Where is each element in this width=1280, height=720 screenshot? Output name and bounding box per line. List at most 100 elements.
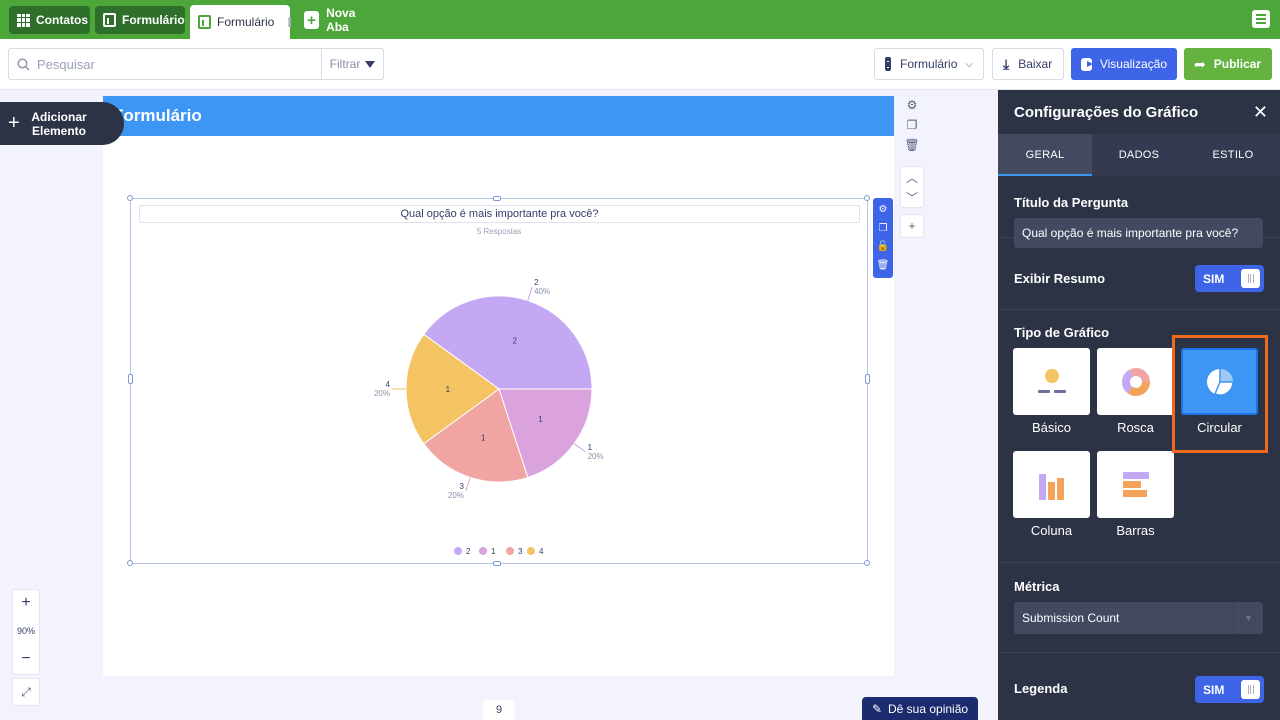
tab-contatos[interactable]: Contatos (9, 6, 90, 34)
legend-toggle[interactable]: SIM (1195, 676, 1264, 703)
resize-handle-bottom[interactable] (493, 561, 501, 566)
slice-value-label: 1 (446, 385, 451, 394)
metric-select-value: Submission Count (1022, 611, 1120, 625)
slice-category-label: 3 (459, 482, 464, 491)
close-icon[interactable]: ✕ (1253, 102, 1268, 123)
toggle-label: SIM (1203, 682, 1225, 697)
copy-icon[interactable]: ❐ (879, 223, 888, 235)
add-element-button[interactable]: Adicionar Elemento + (0, 102, 124, 145)
filter-button[interactable]: Filtrar (321, 49, 383, 79)
tab-nova-aba[interactable]: + Nova Aba (296, 6, 380, 34)
legend-label: 3 (518, 547, 523, 556)
chart-type-barras[interactable] (1097, 451, 1174, 518)
zoom-in-button[interactable]: + (13, 591, 39, 615)
resize-handle-top[interactable] (493, 196, 501, 201)
resize-handle-corner[interactable] (864, 195, 870, 201)
sheet-icon (103, 13, 116, 27)
add-element-label: Adicionar Elemento (31, 109, 87, 138)
hamburger-menu-icon[interactable] (1252, 10, 1270, 28)
search-input[interactable] (37, 56, 322, 72)
publish-label: Publicar (1213, 57, 1262, 71)
tab-options-icon[interactable]: ••• (282, 17, 296, 27)
element-tools: ⚙ ❐ 🔓 🗑 (873, 198, 893, 278)
slice-value-label: 1 (538, 415, 543, 424)
resize-handle-left[interactable] (128, 374, 133, 384)
trash-icon[interactable]: 🗑 (904, 137, 920, 153)
form-select[interactable]: Formulário ⌵ (874, 48, 984, 80)
legend-swatch (479, 547, 487, 555)
tab-geral[interactable]: GERAL (998, 134, 1092, 176)
divider (998, 562, 1280, 563)
expand-icon[interactable]: ⤢ (12, 678, 40, 706)
download-button[interactable]: ⤓ Baixar (992, 48, 1064, 80)
chart-type-rosca[interactable] (1097, 348, 1174, 415)
grid-icon (17, 13, 30, 27)
preview-label: Visualização (1099, 57, 1167, 71)
slice-category-label: 4 (386, 380, 391, 389)
leader-line (527, 287, 533, 301)
form-select-label: Formulário (900, 57, 958, 71)
tab-label: Contatos (36, 13, 88, 27)
chart-type-barras-label: Barras (1116, 523, 1155, 538)
download-label: Baixar (1018, 57, 1053, 71)
panel-tabs: GERAL DADOS ESTILO (998, 134, 1280, 176)
chart-type-coluna[interactable] (1013, 451, 1090, 518)
resize-handle-corner[interactable] (864, 560, 870, 566)
zoom-control: + 90% − (12, 589, 40, 675)
slice-category-label: 2 (534, 278, 539, 287)
plus-icon[interactable]: + (904, 218, 920, 234)
copy-icon[interactable]: ❐ (904, 117, 920, 133)
panel-title: Configurações do Gráfico (1014, 104, 1199, 121)
question-title-label: Título da Pergunta (1014, 195, 1129, 210)
legend-label: 2 (466, 547, 471, 556)
leader-line (573, 443, 586, 453)
form-header-title: Formulário (113, 106, 202, 125)
gear-icon[interactable]: ⚙ (904, 97, 920, 113)
trash-icon[interactable]: 🗑 (877, 260, 890, 272)
metric-select[interactable]: Submission Count ▼ (1014, 602, 1263, 634)
gear-icon[interactable]: ⚙ (879, 204, 888, 216)
basic-chart-icon (1037, 368, 1066, 393)
chevron-down-icon[interactable]: ﹀ (904, 189, 920, 205)
publish-button[interactable]: ➦ Publicar (1184, 48, 1272, 80)
feedback-button[interactable]: ✎ Dê sua opinião (862, 697, 978, 720)
resize-handle-corner[interactable] (127, 195, 133, 201)
show-summary-toggle[interactable]: SIM (1195, 265, 1264, 292)
metric-label: Métrica (1014, 579, 1060, 594)
share-arrow-icon: ➦ (1194, 55, 1206, 72)
resize-handle-corner[interactable] (127, 560, 133, 566)
legend-swatch (506, 547, 514, 555)
slice-percent-label: 20% (374, 389, 390, 398)
tab-label: Nova Aba (326, 6, 356, 34)
show-summary-label: Exibir Resumo (1014, 271, 1106, 286)
chart-type-basico[interactable] (1013, 348, 1090, 415)
tab-formulario-active[interactable]: Formulário ••• (190, 5, 296, 39)
tab-label: Formulário (122, 13, 185, 27)
legend-swatch (527, 547, 535, 555)
filter-label: Filtrar (329, 57, 361, 71)
question-title-input[interactable]: Qual opção é mais importante pra você? (1014, 218, 1263, 248)
slice-percent-label: 40% (534, 287, 550, 296)
preview-button[interactable]: Visualização (1071, 48, 1177, 80)
chart-type-coluna-label: Coluna (1030, 523, 1073, 538)
chevron-down-icon: ⌵ (965, 58, 973, 70)
legend-label: 4 (539, 547, 544, 556)
zoom-level: 90% (16, 626, 35, 636)
move-tools: ︿ ﹀ (900, 166, 924, 208)
chart-element[interactable]: Qual opção é mais importante pra você? 5… (130, 198, 868, 564)
plus-icon: + (304, 11, 320, 29)
tab-dados[interactable]: DADOS (1092, 134, 1186, 176)
unlock-icon[interactable]: 🔓 (877, 241, 889, 253)
tab-estilo[interactable]: ESTILO (1186, 134, 1280, 176)
resize-handle-right[interactable] (865, 374, 870, 384)
toolbar: Filtrar Formulário ⌵ ⤓ Baixar Visualizaç… (0, 39, 1280, 90)
funnel-icon (365, 60, 376, 68)
chevron-up-icon[interactable]: ︿ (904, 169, 920, 185)
chart-type-rosca-label: Rosca (1117, 420, 1154, 435)
legend-label: 1 (491, 547, 496, 556)
zoom-out-button[interactable]: − (13, 647, 39, 671)
form-header[interactable]: Formulário (103, 96, 894, 136)
tab-formulario[interactable]: Formulário (95, 6, 185, 34)
pie-chart: 2240%1120%1320%1420%2 1 3 4 (374, 278, 604, 556)
tab-label: Formulário (217, 15, 275, 29)
